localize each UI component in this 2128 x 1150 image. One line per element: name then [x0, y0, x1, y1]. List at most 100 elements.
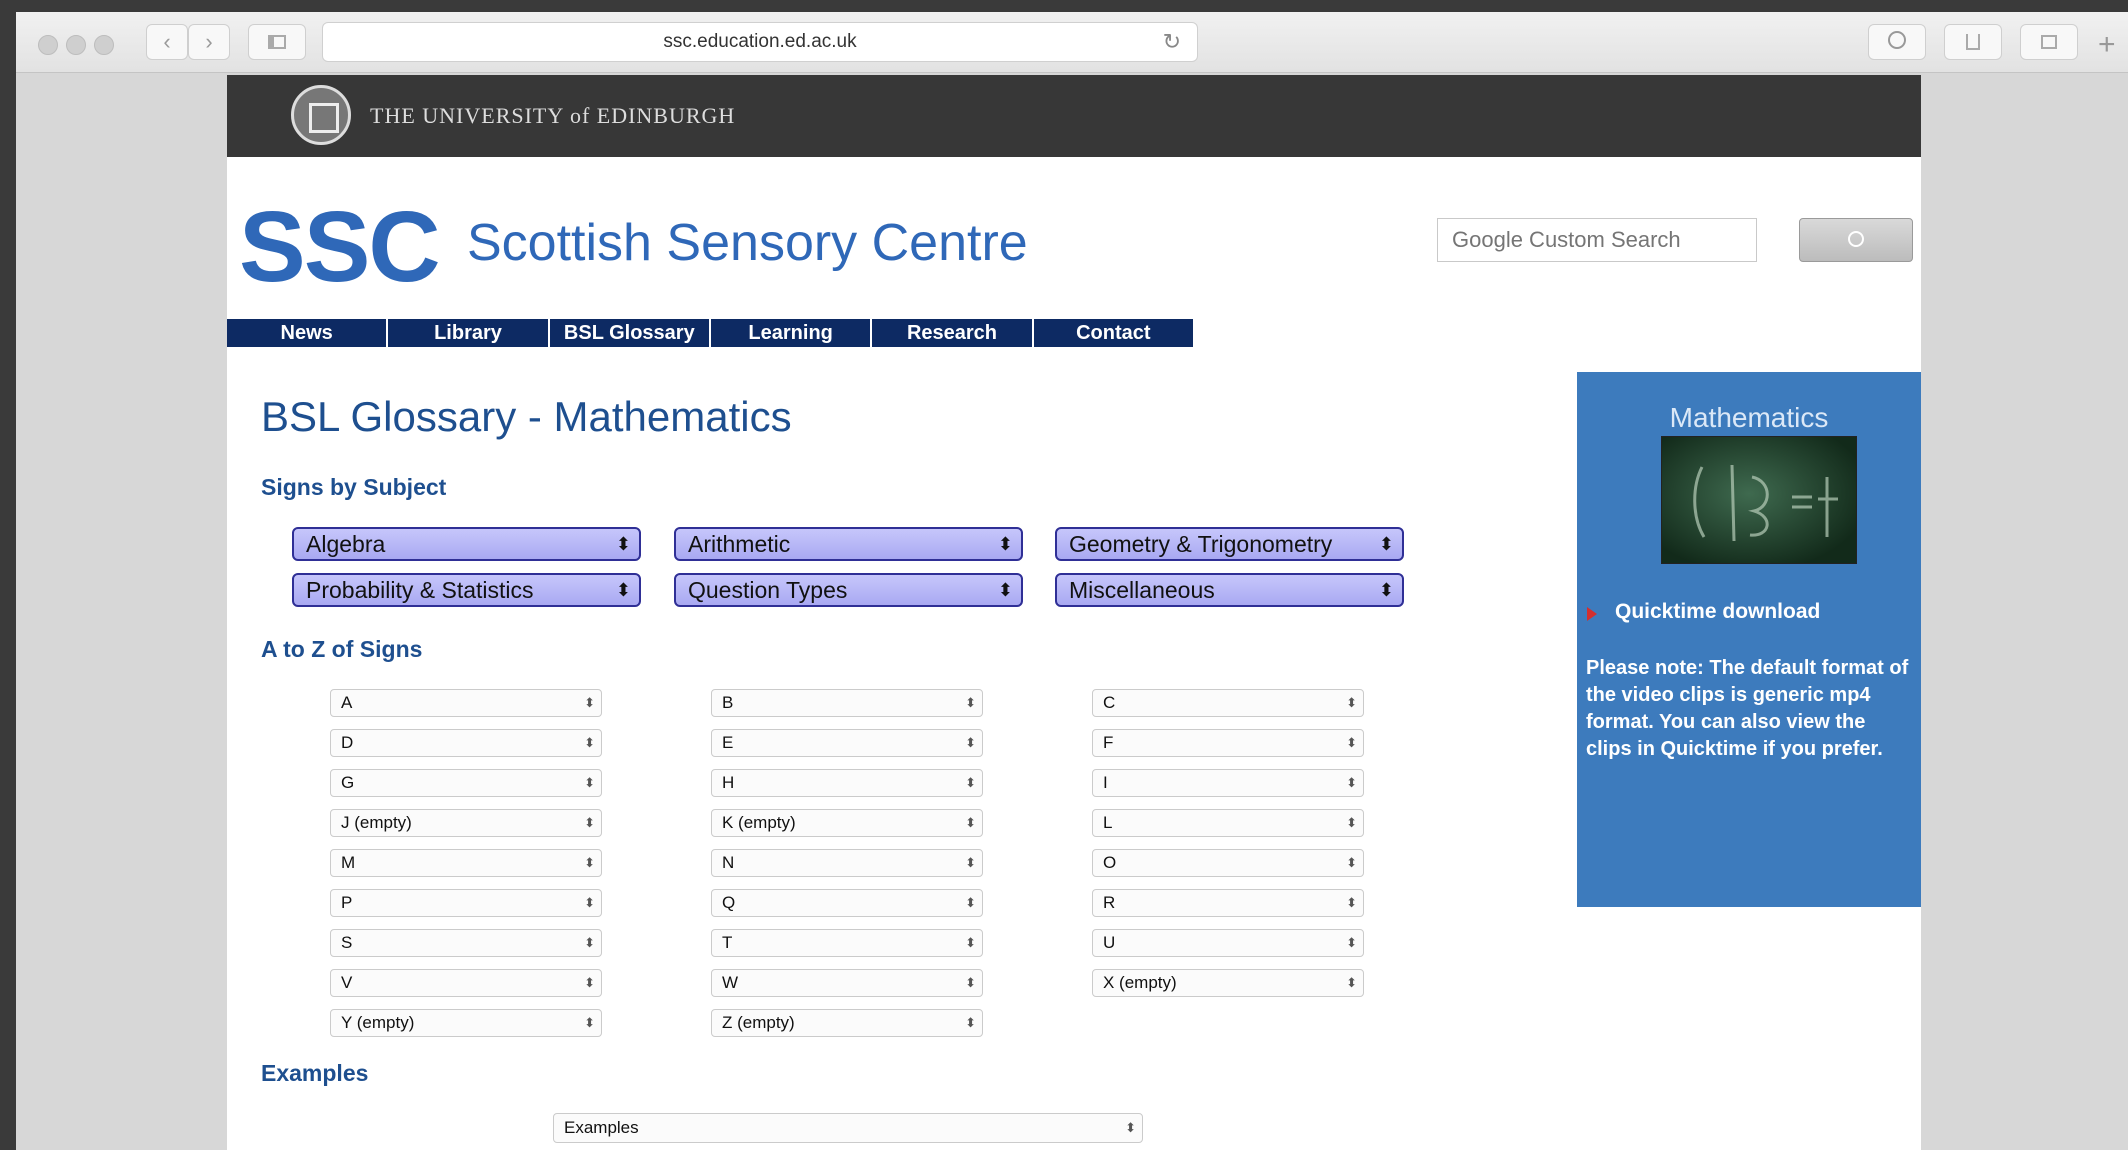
letter-select-value: W	[722, 973, 739, 992]
chalkboard-image	[1661, 436, 1857, 564]
university-crest-icon[interactable]	[291, 85, 351, 145]
back-button[interactable]: ‹	[146, 24, 188, 60]
letter-select-value: N	[722, 853, 735, 872]
letter-select[interactable]: G ⬍	[330, 769, 602, 797]
letter-select[interactable]: K (empty) ⬍	[711, 809, 983, 837]
subject-select-arithmetic[interactable]: Arithmetic ⬍	[674, 527, 1023, 561]
select-arrows-icon: ⬍	[965, 895, 976, 910]
chevron-right-icon: ›	[205, 29, 213, 54]
zoom-window-button[interactable]	[94, 35, 114, 55]
letter-select[interactable]: R ⬍	[1092, 889, 1364, 917]
nav-item-library[interactable]: Library	[388, 319, 550, 347]
address-bar[interactable]: ssc.education.ed.ac.uk ↻	[322, 22, 1198, 62]
subject-select-geometry[interactable]: Geometry & Trigonometry ⬍	[1055, 527, 1404, 561]
letter-select[interactable]: Y (empty) ⬍	[330, 1009, 602, 1037]
web-page: THE UNIVERSITY of EDINBURGH SSC Scottish…	[227, 75, 1921, 1150]
select-arrows-icon: ⬍	[584, 935, 595, 950]
letter-select[interactable]: C ⬍	[1092, 689, 1364, 717]
letter-select-value: A	[341, 693, 353, 712]
select-arrows-icon: ⬍	[997, 534, 1013, 554]
sidebar-title: Mathematics	[1669, 402, 1829, 433]
letter-select[interactable]: F ⬍	[1092, 729, 1364, 757]
letter-select-value: Z (empty)	[722, 1013, 795, 1032]
letter-select[interactable]: B ⬍	[711, 689, 983, 717]
bullet-arrow-icon	[1587, 607, 1597, 621]
letter-select[interactable]: D ⬍	[330, 729, 602, 757]
select-arrows-icon: ⬍	[1346, 855, 1357, 870]
letter-select-value: F	[1103, 733, 1114, 752]
subject-label: Arithmetic	[688, 531, 791, 557]
share-button[interactable]	[1944, 24, 2002, 60]
letter-select[interactable]: T ⬍	[711, 929, 983, 957]
letter-select-value: G	[341, 773, 355, 792]
search-input[interactable]	[1437, 218, 1757, 262]
letter-select[interactable]: J (empty) ⬍	[330, 809, 602, 837]
select-arrows-icon: ⬍	[965, 855, 976, 870]
subject-select-miscellaneous[interactable]: Miscellaneous ⬍	[1055, 573, 1404, 607]
forward-button[interactable]: ›	[188, 24, 230, 60]
letter-select[interactable]: L ⬍	[1092, 809, 1364, 837]
letter-select-value: H	[722, 773, 735, 792]
select-arrows-icon: ⬍	[1346, 735, 1357, 750]
university-header-bar: THE UNIVERSITY of EDINBURGH	[227, 75, 1921, 157]
close-window-button[interactable]	[38, 35, 58, 55]
letter-select-value: I	[1103, 773, 1108, 792]
sidebar-note: Please note: The default format of the v…	[1586, 657, 1909, 760]
letter-select[interactable]: H ⬍	[711, 769, 983, 797]
letter-select[interactable]: P ⬍	[330, 889, 602, 917]
select-arrows-icon: ⬍	[1346, 975, 1357, 990]
subject-select-question-types[interactable]: Question Types ⬍	[674, 573, 1023, 607]
quicktime-download-link[interactable]: Quicktime download	[1615, 600, 1820, 624]
page-title: BSL Glossary - Mathematics	[261, 393, 792, 440]
letter-select[interactable]: V ⬍	[330, 969, 602, 997]
nav-item-contact[interactable]: Contact	[1034, 319, 1193, 347]
chevron-left-icon: ‹	[163, 29, 171, 54]
subject-select-probability[interactable]: Probability & Statistics ⬍	[292, 573, 641, 607]
subject-label: Probability & Statistics	[306, 577, 534, 603]
signs-by-subject-heading: Signs by Subject	[261, 474, 447, 500]
search-button[interactable]	[1799, 218, 1913, 262]
new-tab-icon[interactable]: +	[2098, 30, 2116, 60]
main-nav: News Library BSL Glossary Learning Resea…	[227, 319, 1193, 347]
subject-select-algebra[interactable]: Algebra ⬍	[292, 527, 641, 561]
select-arrows-icon: ⬍	[1346, 775, 1357, 790]
nav-item-bsl-glossary[interactable]: BSL Glossary	[550, 319, 711, 347]
letter-select[interactable]: Q ⬍	[711, 889, 983, 917]
minimize-window-button[interactable]	[66, 35, 86, 55]
reload-icon[interactable]: ↻	[1163, 23, 1181, 61]
select-arrows-icon: ⬍	[965, 735, 976, 750]
letter-select[interactable]: Z (empty) ⬍	[711, 1009, 983, 1037]
nav-item-news[interactable]: News	[227, 319, 389, 347]
tabs-button[interactable]	[2020, 24, 2078, 60]
select-arrows-icon: ⬍	[1125, 1120, 1136, 1135]
university-name[interactable]: THE UNIVERSITY of EDINBURGH	[370, 103, 735, 129]
nav-item-research[interactable]: Research	[872, 319, 1034, 347]
examples-select-value: Examples	[564, 1118, 639, 1137]
sidebar-toggle-button[interactable]	[248, 24, 306, 60]
letter-select[interactable]: U ⬍	[1092, 929, 1364, 957]
select-arrows-icon: ⬍	[997, 580, 1013, 600]
letter-select[interactable]: M ⬍	[330, 849, 602, 877]
letter-select[interactable]: A ⬍	[330, 689, 602, 717]
letter-select[interactable]: W ⬍	[711, 969, 983, 997]
select-arrows-icon: ⬍	[584, 815, 595, 830]
letter-select[interactable]: O ⬍	[1092, 849, 1364, 877]
letter-select-value: C	[1103, 693, 1116, 712]
select-arrows-icon: ⬍	[965, 695, 976, 710]
letter-select[interactable]: X (empty) ⬍	[1092, 969, 1364, 997]
a-to-z-heading: A to Z of Signs	[261, 636, 423, 662]
select-arrows-icon: ⬍	[965, 775, 976, 790]
letter-select[interactable]: S ⬍	[330, 929, 602, 957]
letter-select[interactable]: I ⬍	[1092, 769, 1364, 797]
nav-item-learning[interactable]: Learning	[711, 319, 873, 347]
site-title[interactable]: Scottish Sensory Centre	[467, 211, 1028, 275]
download-button[interactable]	[1868, 24, 1926, 60]
ssc-logo[interactable]: SSC	[239, 197, 441, 297]
select-arrows-icon: ⬍	[615, 580, 631, 600]
letter-select[interactable]: E ⬍	[711, 729, 983, 757]
letter-select[interactable]: N ⬍	[711, 849, 983, 877]
select-arrows-icon: ⬍	[1346, 895, 1357, 910]
select-arrows-icon: ⬍	[965, 815, 976, 830]
examples-select[interactable]: Examples ⬍	[553, 1113, 1143, 1143]
letter-select-value: Q	[722, 893, 736, 912]
